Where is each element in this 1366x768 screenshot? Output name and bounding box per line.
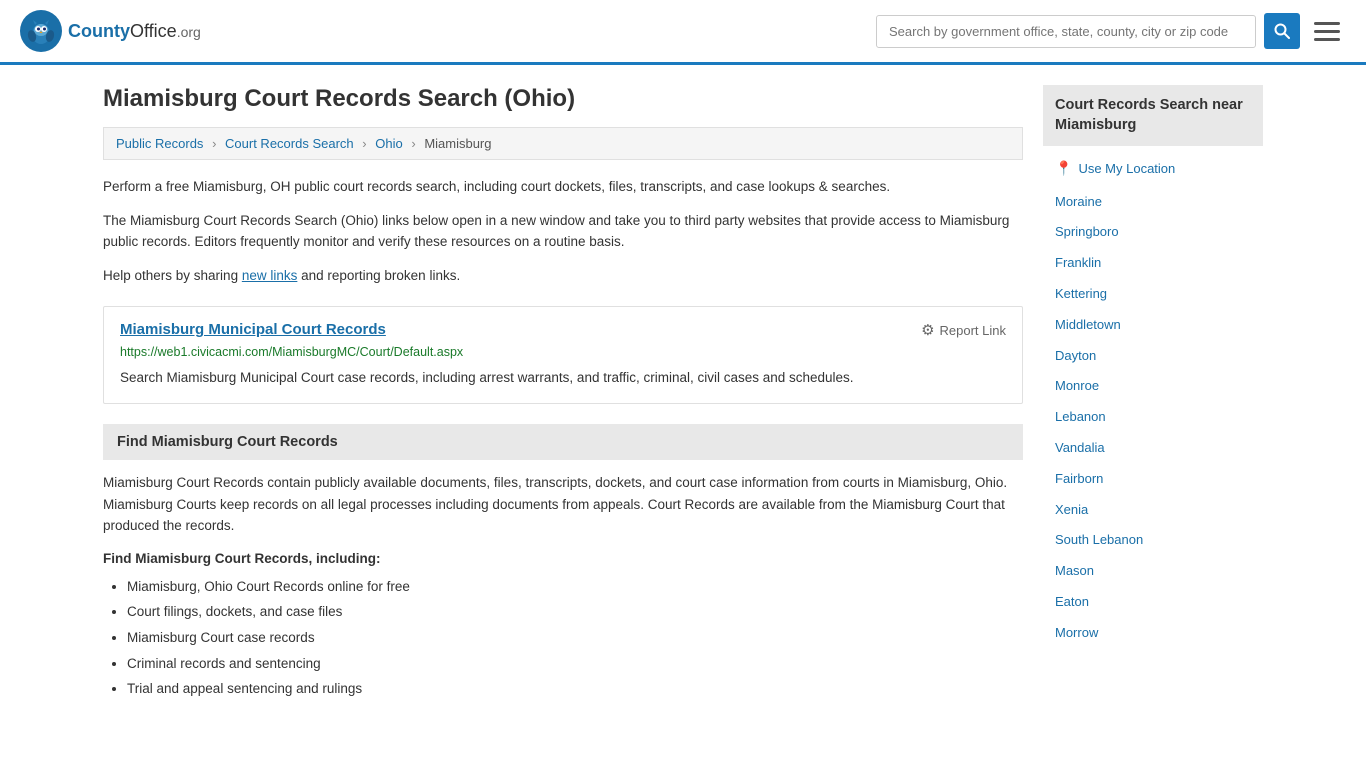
- list-item: Trial and appeal sentencing and rulings: [127, 676, 1023, 702]
- breadcrumb: Public Records › Court Records Search › …: [103, 127, 1023, 160]
- search-button[interactable]: [1264, 13, 1300, 49]
- intro3-after: and reporting broken links.: [297, 268, 460, 283]
- sidebar-link-monroe[interactable]: Monroe: [1043, 371, 1263, 402]
- sidebar-header: Court Records Search near Miamisburg: [1043, 85, 1263, 146]
- breadcrumb-court-records-search[interactable]: Court Records Search: [225, 136, 354, 151]
- menu-button[interactable]: [1308, 16, 1346, 47]
- logo-icon: [20, 10, 62, 52]
- page-title: Miamisburg Court Records Search (Ohio): [103, 85, 1023, 113]
- search-icon: [1274, 23, 1290, 39]
- use-my-location-label: Use My Location: [1078, 161, 1175, 176]
- list-item: Miamisburg, Ohio Court Records online fo…: [127, 574, 1023, 600]
- record-url[interactable]: https://web1.civicacmi.com/MiamisburgMC/…: [120, 345, 1006, 359]
- sidebar-link-mason[interactable]: Mason: [1043, 556, 1263, 587]
- find-section-list: Miamisburg, Ohio Court Records online fo…: [103, 574, 1023, 702]
- search-input[interactable]: [876, 15, 1256, 48]
- sidebar: Court Records Search near Miamisburg 📍 U…: [1043, 85, 1263, 649]
- find-section: Find Miamisburg Court Records Miamisburg…: [103, 424, 1023, 702]
- record-description: Search Miamisburg Municipal Court case r…: [120, 367, 1006, 389]
- report-label: Report Link: [940, 323, 1006, 338]
- record-title-link[interactable]: Miamisburg Municipal Court Records: [120, 321, 386, 338]
- record-title[interactable]: Miamisburg Municipal Court Records: [120, 321, 386, 338]
- sidebar-link-fairborn[interactable]: Fairborn: [1043, 464, 1263, 495]
- use-my-location-button[interactable]: 📍 Use My Location: [1043, 154, 1187, 183]
- intro3-before: Help others by sharing: [103, 268, 242, 283]
- breadcrumb-sep-2: ›: [362, 136, 366, 151]
- sidebar-link-eaton[interactable]: Eaton: [1043, 587, 1263, 618]
- sidebar-link-franklin[interactable]: Franklin: [1043, 248, 1263, 279]
- pin-icon: 📍: [1055, 160, 1072, 177]
- report-icon: ⚙: [921, 321, 934, 339]
- intro-paragraph-3: Help others by sharing new links and rep…: [103, 265, 1023, 287]
- breadcrumb-ohio[interactable]: Ohio: [375, 136, 402, 151]
- sidebar-link-south-lebanon[interactable]: South Lebanon: [1043, 525, 1263, 556]
- list-item: Court filings, dockets, and case files: [127, 599, 1023, 625]
- sidebar-link-morrow[interactable]: Morrow: [1043, 618, 1263, 649]
- sidebar-link-xenia[interactable]: Xenia: [1043, 495, 1263, 526]
- sidebar-link-kettering[interactable]: Kettering: [1043, 279, 1263, 310]
- find-section-header: Find Miamisburg Court Records: [103, 424, 1023, 460]
- breadcrumb-public-records[interactable]: Public Records: [116, 136, 203, 151]
- sidebar-link-middletown[interactable]: Middletown: [1043, 310, 1263, 341]
- sidebar-link-dayton[interactable]: Dayton: [1043, 341, 1263, 372]
- breadcrumb-sep-1: ›: [212, 136, 216, 151]
- breadcrumb-current: Miamisburg: [424, 136, 491, 151]
- intro-paragraph-2: The Miamisburg Court Records Search (Ohi…: [103, 210, 1023, 253]
- sidebar-link-lebanon[interactable]: Lebanon: [1043, 402, 1263, 433]
- intro-paragraph-1: Perform a free Miamisburg, OH public cou…: [103, 176, 1023, 198]
- sidebar-link-springboro[interactable]: Springboro: [1043, 217, 1263, 248]
- list-item: Miamisburg Court case records: [127, 625, 1023, 651]
- report-link-button[interactable]: ⚙ Report Link: [921, 321, 1006, 339]
- logo-area[interactable]: CountyOffice.org: [20, 10, 201, 52]
- find-section-body: Miamisburg Court Records contain publicl…: [103, 472, 1023, 537]
- list-item: Criminal records and sentencing: [127, 651, 1023, 677]
- breadcrumb-sep-3: ›: [411, 136, 415, 151]
- record-card: Miamisburg Municipal Court Records ⚙ Rep…: [103, 306, 1023, 404]
- logo-text: CountyOffice.org: [68, 21, 201, 42]
- new-links-link[interactable]: new links: [242, 268, 298, 283]
- find-section-subheader: Find Miamisburg Court Records, including…: [103, 551, 1023, 566]
- sidebar-link-moraine[interactable]: Moraine: [1043, 187, 1263, 218]
- sidebar-link-vandalia[interactable]: Vandalia: [1043, 433, 1263, 464]
